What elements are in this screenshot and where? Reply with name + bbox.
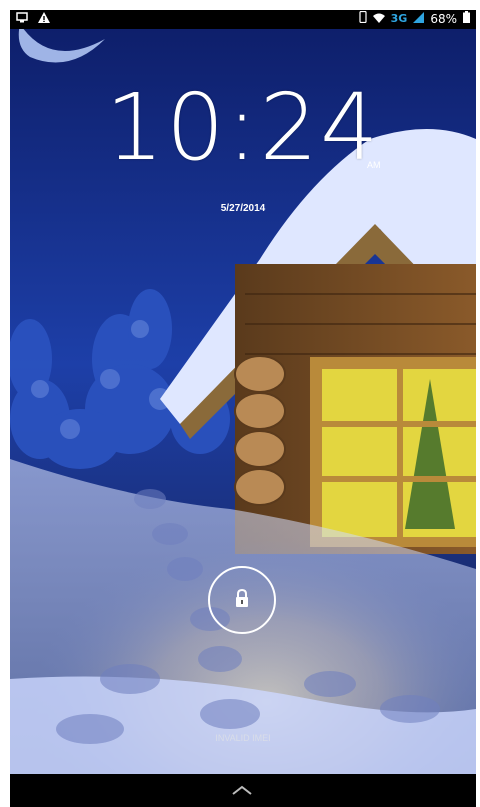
navigation-bar bbox=[10, 774, 476, 807]
screenshot-icon bbox=[16, 12, 28, 26]
vibrate-icon bbox=[359, 10, 367, 26]
battery-icon bbox=[463, 11, 470, 26]
clock-ampm: AM bbox=[367, 160, 381, 170]
lockscreen-date: 5/27/2014 bbox=[220, 203, 266, 214]
unlock-button[interactable] bbox=[208, 566, 276, 634]
wifi-icon bbox=[372, 12, 385, 26]
lockscreen-clock: 10:24 bbox=[105, 74, 381, 181]
warning-icon bbox=[38, 12, 50, 26]
network-type-label: 3G bbox=[390, 12, 408, 25]
lock-icon bbox=[234, 588, 250, 612]
imei-notice: INVALID IMEI bbox=[215, 733, 271, 743]
battery-percent: 68% bbox=[430, 11, 457, 26]
signal-icon bbox=[413, 11, 425, 26]
lockscreen: 3G 68% 10:24 AM 5/27/2014 INVALID IMEI bbox=[10, 10, 476, 807]
chevron-up-icon[interactable] bbox=[230, 782, 254, 801]
status-bar: 3G 68% bbox=[10, 10, 476, 29]
